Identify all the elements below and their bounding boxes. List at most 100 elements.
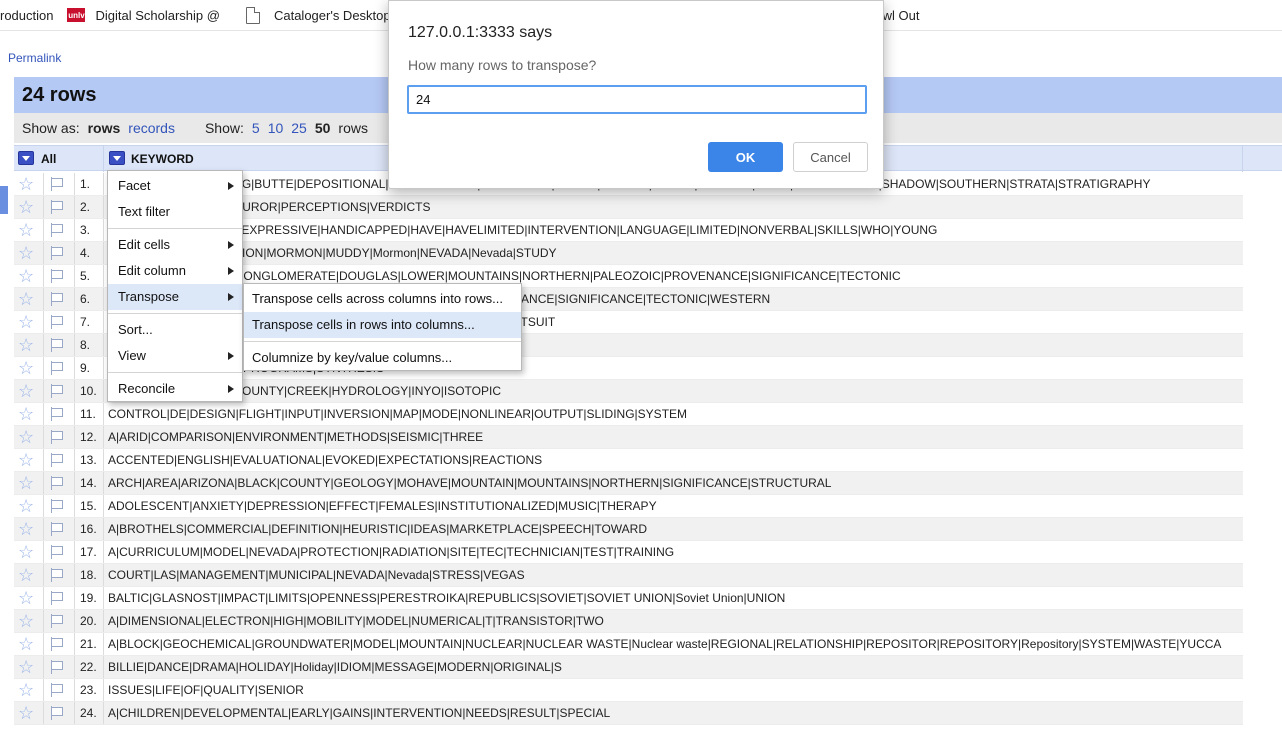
flag-icon[interactable] (50, 338, 63, 352)
menu-item-facet[interactable]: Facet (108, 173, 242, 199)
star-icon[interactable]: ☆ (18, 382, 36, 400)
dialog-title: 127.0.0.1:3333 says (408, 24, 553, 41)
star-icon[interactable]: ☆ (18, 290, 36, 308)
star-icon[interactable]: ☆ (18, 451, 36, 469)
keyword-cell[interactable]: A|CHILDREN|DEVELOPMENTAL|EARLY|GAINS|INT… (108, 706, 610, 720)
star-icon[interactable]: ☆ (18, 359, 36, 377)
keyword-cell[interactable]: A|BROTHELS|COMMERCIAL|DEFINITION|HEURIST… (108, 522, 647, 536)
permalink-link[interactable]: Permalink (8, 51, 61, 65)
menu-item-transpose[interactable]: Transpose (108, 284, 242, 310)
menu-item-text-filter[interactable]: Text filter (108, 199, 242, 225)
menu-item-view[interactable]: View (108, 343, 242, 369)
flag-icon[interactable] (50, 568, 63, 582)
row-number: 6. (80, 292, 91, 306)
flag-icon[interactable] (50, 177, 63, 191)
star-icon[interactable]: ☆ (18, 221, 36, 239)
star-icon[interactable]: ☆ (18, 336, 36, 354)
left-panel-tab[interactable] (0, 186, 8, 214)
all-column-dropdown-button[interactable] (18, 151, 34, 165)
flag-icon[interactable] (50, 522, 63, 536)
submenu-columnize-key-value[interactable]: Columnize by key/value columns... (244, 345, 521, 371)
submenu-transpose-rows-into-columns[interactable]: Transpose cells in rows into columns... (244, 312, 521, 338)
dialog-message: How many rows to transpose? (408, 57, 597, 73)
show-label: Show: (204, 120, 244, 136)
flag-icon[interactable] (50, 384, 63, 398)
keyword-cell[interactable]: A|CURRICULUM|MODEL|NEVADA|PROTECTION|RAD… (108, 545, 674, 559)
star-icon[interactable]: ☆ (18, 313, 36, 331)
keyword-cell[interactable]: CONTROL|DE|DESIGN|FLIGHT|INPUT|INVERSION… (108, 407, 687, 421)
keyword-cell[interactable]: BALTIC|GLASNOST|IMPACT|LIMITS|OPENNESS|P… (108, 591, 785, 605)
star-icon[interactable]: ☆ (18, 405, 36, 423)
submenu-arrow-icon (228, 352, 234, 360)
menu-item-edit-cells[interactable]: Edit cells (108, 232, 242, 258)
flag-icon[interactable] (50, 545, 63, 559)
flag-icon[interactable] (50, 499, 63, 513)
flag-icon[interactable] (50, 269, 63, 283)
row-count-title: 24 rows (22, 84, 97, 106)
keyword-cell[interactable]: ISSUES|LIFE|OF|QUALITY|SENIOR (108, 683, 304, 697)
flag-icon[interactable] (50, 292, 63, 306)
row-number: 10. (80, 384, 97, 398)
bookmark-introduction[interactable]: roduction (0, 8, 53, 23)
bookmark-catalogers-desktop[interactable]: Cataloger's Desktop (245, 6, 391, 24)
flag-icon[interactable] (50, 683, 63, 697)
star-icon[interactable]: ☆ (18, 658, 36, 676)
star-icon[interactable]: ☆ (18, 244, 36, 262)
submenu-transpose-across-columns[interactable]: Transpose cells across columns into rows… (244, 286, 521, 312)
flag-icon[interactable] (50, 706, 63, 720)
star-icon[interactable]: ☆ (18, 566, 36, 584)
keyword-cell[interactable]: ARCH|AREA|ARIZONA|BLACK|COUNTY|GEOLOGY|M… (108, 476, 831, 490)
star-icon[interactable]: ☆ (18, 681, 36, 699)
star-icon[interactable]: ☆ (18, 267, 36, 285)
star-icon[interactable]: ☆ (18, 635, 36, 653)
flag-icon[interactable] (50, 637, 63, 651)
star-icon[interactable]: ☆ (18, 520, 36, 538)
flag-icon[interactable] (50, 200, 63, 214)
row-number: 7. (80, 315, 91, 329)
show-as-records-link[interactable]: records (128, 120, 175, 136)
keyword-cell[interactable]: ACCENTED|ENGLISH|EVALUATIONAL|EVOKED|EXP… (108, 453, 542, 467)
flag-icon[interactable] (50, 223, 63, 237)
page-size-5[interactable]: 5 (252, 120, 260, 136)
page-size-10[interactable]: 10 (268, 120, 284, 136)
menu-item-reconcile[interactable]: Reconcile (108, 376, 242, 402)
menu-separator (244, 341, 521, 342)
menu-item-edit-column[interactable]: Edit column (108, 258, 242, 284)
keyword-cell[interactable]: ADOLESCENT|ANXIETY|DEPRESSION|EFFECT|FEM… (108, 499, 657, 513)
flag-icon[interactable] (50, 430, 63, 444)
menu-item-sort[interactable]: Sort... (108, 317, 242, 343)
star-icon[interactable]: ☆ (18, 497, 36, 515)
keyword-cell[interactable]: A|ARID|COMPARISON|ENVIRONMENT|METHODS|SE… (108, 430, 483, 444)
flag-icon[interactable] (50, 614, 63, 628)
rows-to-transpose-input[interactable] (407, 85, 867, 114)
flag-icon[interactable] (50, 591, 63, 605)
bookmark-digital-scholarship[interactable]: unlv Digital Scholarship @ (67, 8, 220, 23)
keyword-column-dropdown-button[interactable] (109, 151, 125, 165)
star-icon[interactable]: ☆ (18, 704, 36, 722)
star-icon[interactable]: ☆ (18, 612, 36, 630)
row-number: 1. (80, 177, 91, 191)
star-icon[interactable]: ☆ (18, 198, 36, 216)
flag-icon[interactable] (50, 315, 63, 329)
star-icon[interactable]: ☆ (18, 474, 36, 492)
star-icon[interactable]: ☆ (18, 175, 36, 193)
flag-icon[interactable] (50, 476, 63, 490)
flag-icon[interactable] (50, 453, 63, 467)
star-icon[interactable]: ☆ (18, 428, 36, 446)
star-icon[interactable]: ☆ (18, 543, 36, 561)
keyword-cell[interactable]: COURT|LAS|MANAGEMENT|MUNICIPAL|NEVADA|Ne… (108, 568, 525, 582)
flag-icon[interactable] (50, 246, 63, 260)
ok-button[interactable]: OK (708, 142, 783, 172)
flag-icon[interactable] (50, 407, 63, 421)
cancel-button[interactable]: Cancel (793, 142, 868, 172)
star-icon[interactable]: ☆ (18, 589, 36, 607)
flag-icon[interactable] (50, 361, 63, 375)
bookmark-owl-out[interactable]: wl Out (883, 8, 920, 23)
keyword-cell[interactable]: A|BLOCK|GEOCHEMICAL|GROUNDWATER|MODEL|MO… (108, 637, 1221, 651)
menu-item-label: Reconcile (118, 381, 176, 396)
flag-icon[interactable] (50, 660, 63, 674)
keyword-cell[interactable]: A|DIMENSIONAL|ELECTRON|HIGH|MOBILITY|MOD… (108, 614, 604, 628)
page-size-25[interactable]: 25 (291, 120, 307, 136)
row-number: 8. (80, 338, 91, 352)
keyword-cell[interactable]: BILLIE|DANCE|DRAMA|HOLIDAY|Holiday|IDIOM… (108, 660, 562, 674)
